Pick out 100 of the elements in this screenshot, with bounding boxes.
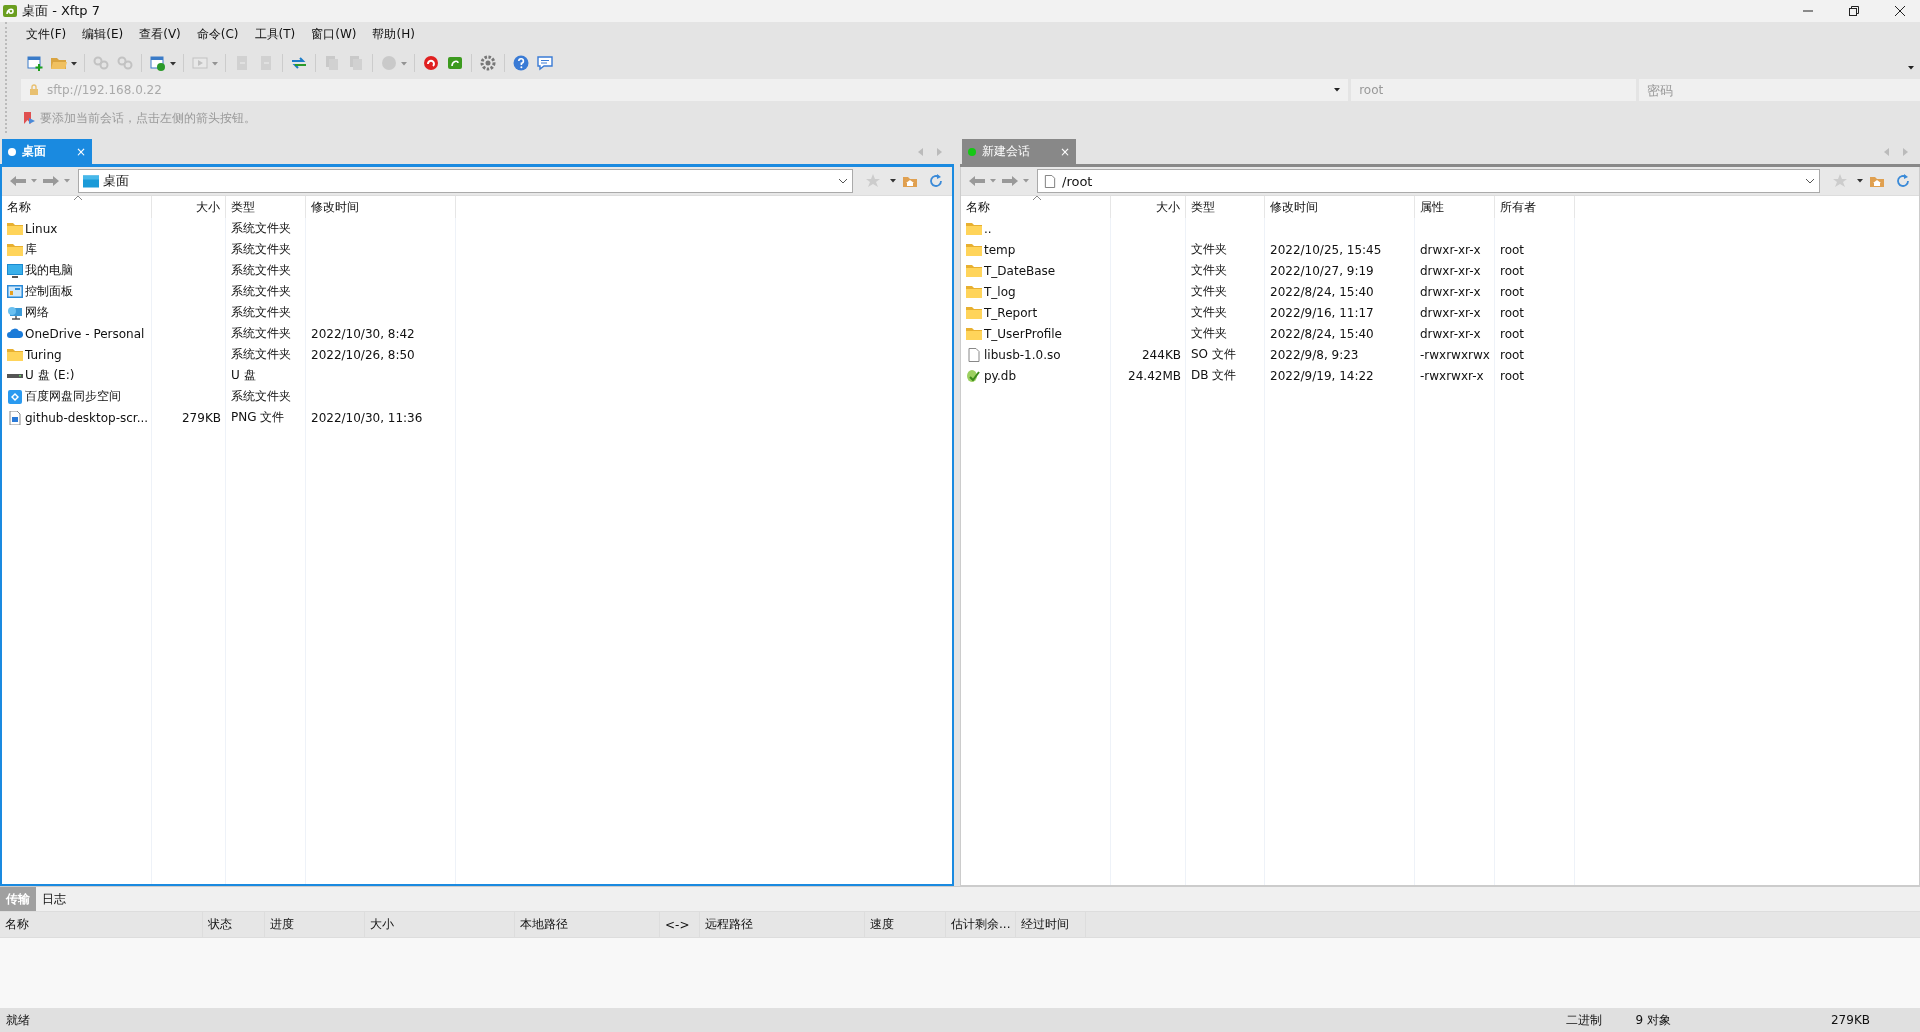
back-icon[interactable]: [969, 175, 985, 187]
column-header[interactable]: 本地路径: [515, 912, 660, 937]
table-cell: drwxr-xr-x: [1420, 305, 1481, 320]
table-cell: 系统文件夹: [231, 346, 291, 363]
forward-icon[interactable]: [43, 175, 59, 187]
table-cell: drwxr-xr-x: [1420, 326, 1481, 341]
path-field[interactable]: 桌面: [78, 169, 853, 193]
menu-item[interactable]: 文件(F): [19, 23, 74, 45]
path-text: /root: [1062, 173, 1094, 189]
column-header[interactable]: 大小: [152, 196, 226, 218]
table-cell: ..: [984, 221, 992, 236]
table-cell: drwxr-xr-x: [1420, 242, 1481, 257]
folder-icon: [966, 221, 982, 236]
column-header[interactable]: 大小: [365, 912, 515, 937]
table-cell: root: [1500, 263, 1525, 278]
table-cell: 279KB: [182, 410, 221, 425]
column-header[interactable]: 经过时间: [1016, 912, 1086, 937]
status-text: 就绪: [6, 1011, 30, 1029]
tab-close-button[interactable]: ×: [75, 144, 86, 159]
table-cell: py.db: [984, 368, 1017, 383]
table-cell: 系统文件夹: [231, 304, 291, 321]
session-tab[interactable]: 新建会话 ×: [962, 139, 1076, 164]
path-field[interactable]: /root: [1037, 169, 1820, 193]
table-cell: libusb-1.0.so: [984, 347, 1061, 362]
menu-item[interactable]: 窗口(W): [304, 23, 364, 45]
restore-icon[interactable]: [1848, 5, 1860, 17]
caret-icon[interactable]: [1908, 66, 1914, 70]
caret-icon[interactable]: [890, 179, 896, 183]
column-header[interactable]: 修改时间: [1265, 196, 1415, 218]
column-header[interactable]: 修改时间: [306, 196, 456, 218]
desktop-icon: [83, 174, 99, 188]
panel-tab[interactable]: 日志: [36, 887, 72, 911]
bookmark-arrow-icon[interactable]: [22, 111, 36, 125]
scroll-right-icon[interactable]: [936, 148, 942, 156]
table-cell: drwxr-xr-x: [1420, 263, 1481, 278]
menu-item[interactable]: 命令(C): [189, 23, 246, 45]
close-icon[interactable]: [1894, 5, 1906, 17]
menu-item[interactable]: 帮助(H): [365, 23, 422, 45]
scroll-left-icon[interactable]: [1884, 148, 1890, 156]
table-cell: SO 文件: [1191, 346, 1236, 363]
forward-icon[interactable]: [1002, 175, 1018, 187]
table-cell: 2022/8/24, 15:40: [1270, 326, 1374, 341]
caret-icon[interactable]: [1334, 88, 1341, 92]
chevron-down-icon[interactable]: [838, 178, 848, 184]
table-cell: 244KB: [1142, 347, 1181, 362]
object-count: 9 对象: [1635, 1011, 1671, 1029]
new-icon[interactable]: [26, 53, 44, 72]
star-icon[interactable]: [1832, 173, 1848, 189]
menu-item[interactable]: 工具(T): [247, 23, 303, 45]
table-cell: 2022/10/27, 9:19: [1270, 263, 1374, 278]
menu-item[interactable]: 查看(V): [132, 23, 188, 45]
table-cell: Linux: [25, 221, 58, 236]
column-header[interactable]: 名称: [961, 196, 1111, 218]
chat-icon[interactable]: [536, 53, 554, 72]
session-tab[interactable]: 桌面 ×: [2, 139, 92, 164]
table-cell: root: [1500, 347, 1525, 362]
column-header[interactable]: 类型: [1186, 196, 1265, 218]
menu-item[interactable]: 编辑(E): [75, 23, 131, 45]
folder-icon: [966, 284, 982, 299]
table-cell: 文件夹: [1191, 325, 1227, 342]
star-icon[interactable]: [865, 173, 881, 189]
scroll-right-icon[interactable]: [1902, 148, 1908, 156]
column-header[interactable]: 大小: [1111, 196, 1186, 218]
cloud-sync-icon: [7, 389, 23, 404]
column-header[interactable]: 估计剩余...: [946, 912, 1016, 937]
table-cell: T_DateBase: [984, 263, 1056, 278]
path-text: 桌面: [103, 172, 130, 190]
table-cell: 系统文件夹: [231, 220, 291, 237]
password-field[interactable]: 密码: [1638, 79, 1920, 101]
column-header[interactable]: 所有者: [1495, 196, 1575, 218]
chevron-down-icon[interactable]: [1805, 178, 1815, 184]
tab-close-button[interactable]: ×: [1059, 144, 1070, 159]
tab-label: 桌面: [22, 143, 46, 160]
folder-icon: [7, 347, 23, 362]
table-cell: 系统文件夹: [231, 262, 291, 279]
caret-icon[interactable]: [1857, 179, 1863, 183]
column-header[interactable]: 名称: [2, 196, 152, 218]
column-header[interactable]: 远程路径: [700, 912, 865, 937]
table-cell: 2022/9/19, 14:22: [1270, 368, 1374, 383]
gear-icon[interactable]: [479, 53, 497, 72]
file-icon: [1042, 174, 1058, 188]
column-header[interactable]: 类型: [226, 196, 306, 218]
column-header[interactable]: 状态: [203, 912, 265, 937]
back-icon[interactable]: [10, 175, 26, 187]
help-icon[interactable]: [512, 53, 530, 72]
column-header[interactable]: 名称: [0, 912, 203, 937]
refresh-icon[interactable]: [928, 173, 944, 189]
scroll-left-icon[interactable]: [918, 148, 924, 156]
swirl-icon[interactable]: [422, 53, 440, 72]
column-header[interactable]: 速度: [865, 912, 946, 937]
table-cell: -rwxrwxrwx: [1420, 347, 1490, 362]
column-header[interactable]: <->: [660, 912, 700, 937]
refresh-icon[interactable]: [1895, 173, 1911, 189]
column-header[interactable]: 属性: [1415, 196, 1495, 218]
table-cell: T_log: [984, 284, 1016, 299]
column-header[interactable]: 进度: [265, 912, 365, 937]
table-cell: root: [1500, 368, 1525, 383]
table-cell: 2022/10/30, 11:36: [311, 410, 423, 425]
tab-label: 新建会话: [982, 143, 1030, 160]
address-text: sftp://192.168.0.22: [47, 83, 163, 97]
